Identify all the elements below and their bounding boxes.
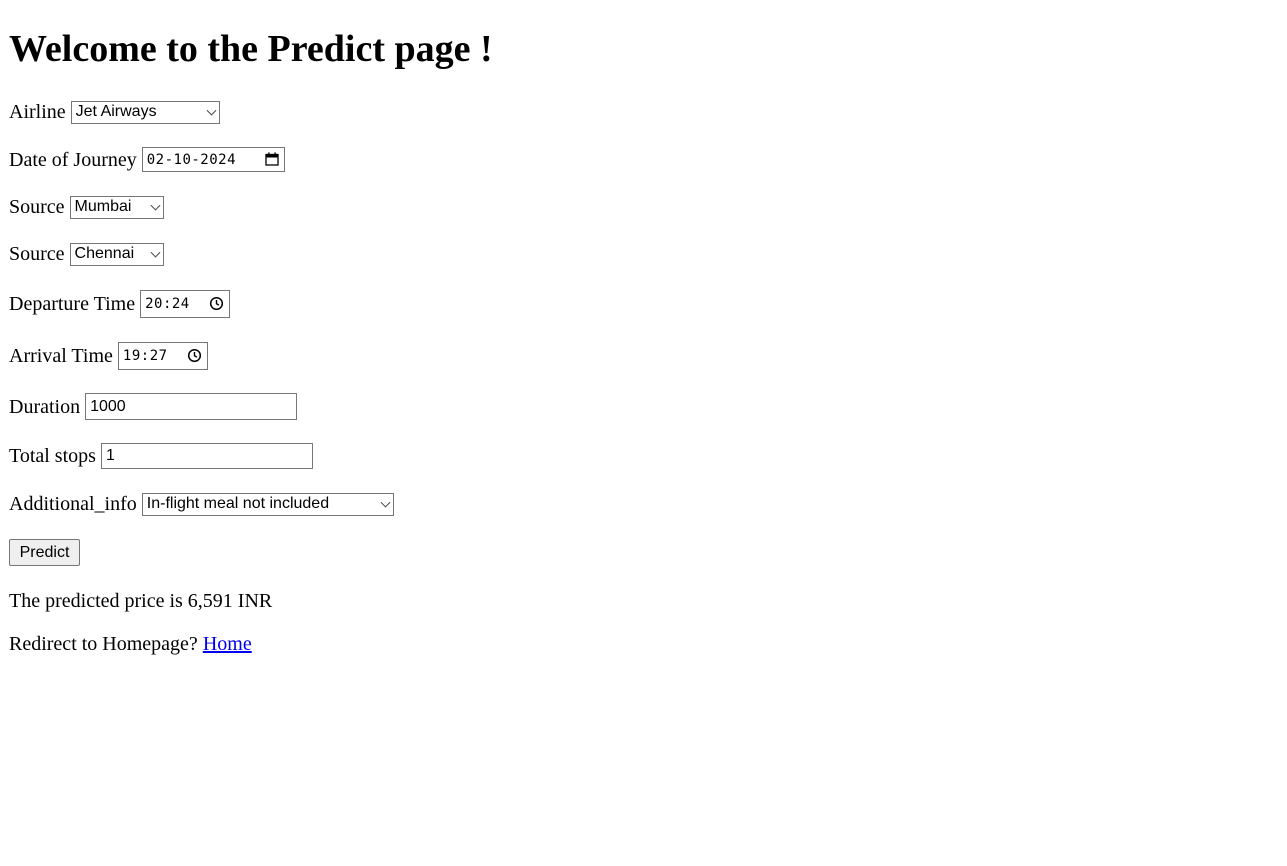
- departure-time-value: 20:24: [145, 296, 190, 312]
- calendar-icon[interactable]: [265, 152, 279, 166]
- clock-icon[interactable]: [209, 296, 224, 311]
- duration-input[interactable]: 1000: [85, 393, 298, 420]
- predicted-price-text: The predicted price is 6,591 INR: [9, 590, 273, 612]
- duration-value: 1000: [90, 397, 126, 415]
- total-stops-value: 1: [105, 447, 115, 464]
- arrival-time-label: Arrival Time: [9, 345, 113, 367]
- arrival-time-row: Arrival Time 19:27: [9, 342, 208, 370]
- redirect-row: Redirect to Homepage? Home: [9, 632, 252, 656]
- departure-time-input[interactable]: 20:24: [140, 290, 231, 318]
- total-stops-row: Total stops 1: [9, 443, 313, 469]
- predict-button[interactable]: Predict: [9, 539, 80, 566]
- duration-row: Duration 1000: [9, 393, 298, 420]
- date-of-journey-row: Date of Journey 02-10-2024: [9, 147, 285, 172]
- page-title: Welcome to the Predict page !: [9, 28, 493, 70]
- duration-label: Duration: [9, 395, 81, 418]
- chevron-down-icon: [206, 105, 217, 116]
- destination-select[interactable]: Chennai: [69, 242, 164, 266]
- additional-info-selected-value: In-flight meal not included: [146, 495, 330, 512]
- result-row: The predicted price is 6,591 INR: [9, 589, 272, 613]
- airline-row: Airline Jet Airways: [9, 100, 220, 124]
- departure-time-label: Departure Time: [9, 293, 136, 315]
- additional-info-label: Additional_info: [9, 493, 137, 515]
- additional-info-row: Additional_info In-flight meal not inclu…: [9, 492, 394, 516]
- chevron-down-icon: [150, 247, 160, 258]
- destination-row: Source Chennai: [9, 242, 164, 266]
- additional-info-select[interactable]: In-flight meal not included: [141, 492, 394, 516]
- airline-label: Airline: [9, 101, 66, 123]
- destination-selected-value: Chennai: [74, 245, 135, 262]
- airline-select[interactable]: Jet Airways: [70, 100, 220, 124]
- home-link[interactable]: Home: [203, 632, 252, 656]
- total-stops-label: Total stops: [9, 445, 96, 467]
- source-label: Source: [9, 196, 65, 218]
- date-of-journey-label: Date of Journey: [9, 148, 137, 171]
- source-selected-value: Mumbai: [74, 198, 132, 215]
- chevron-down-icon: [380, 497, 391, 508]
- date-of-journey-input[interactable]: 02-10-2024: [141, 147, 285, 172]
- redirect-text: Redirect to Homepage?: [9, 633, 198, 655]
- source-select[interactable]: Mumbai: [69, 195, 164, 219]
- departure-time-row: Departure Time 20:24: [9, 290, 231, 318]
- clock-icon[interactable]: [187, 348, 202, 363]
- destination-label: Source: [9, 243, 65, 265]
- chevron-down-icon: [150, 200, 160, 211]
- source-row: Source Mumbai: [9, 195, 164, 219]
- date-of-journey-value: 02-10-2024: [146, 151, 237, 168]
- airline-selected-value: Jet Airways: [75, 103, 157, 120]
- arrival-time-value: 19:27: [122, 348, 168, 364]
- total-stops-input[interactable]: 1: [100, 443, 313, 469]
- arrival-time-input[interactable]: 19:27: [117, 342, 208, 370]
